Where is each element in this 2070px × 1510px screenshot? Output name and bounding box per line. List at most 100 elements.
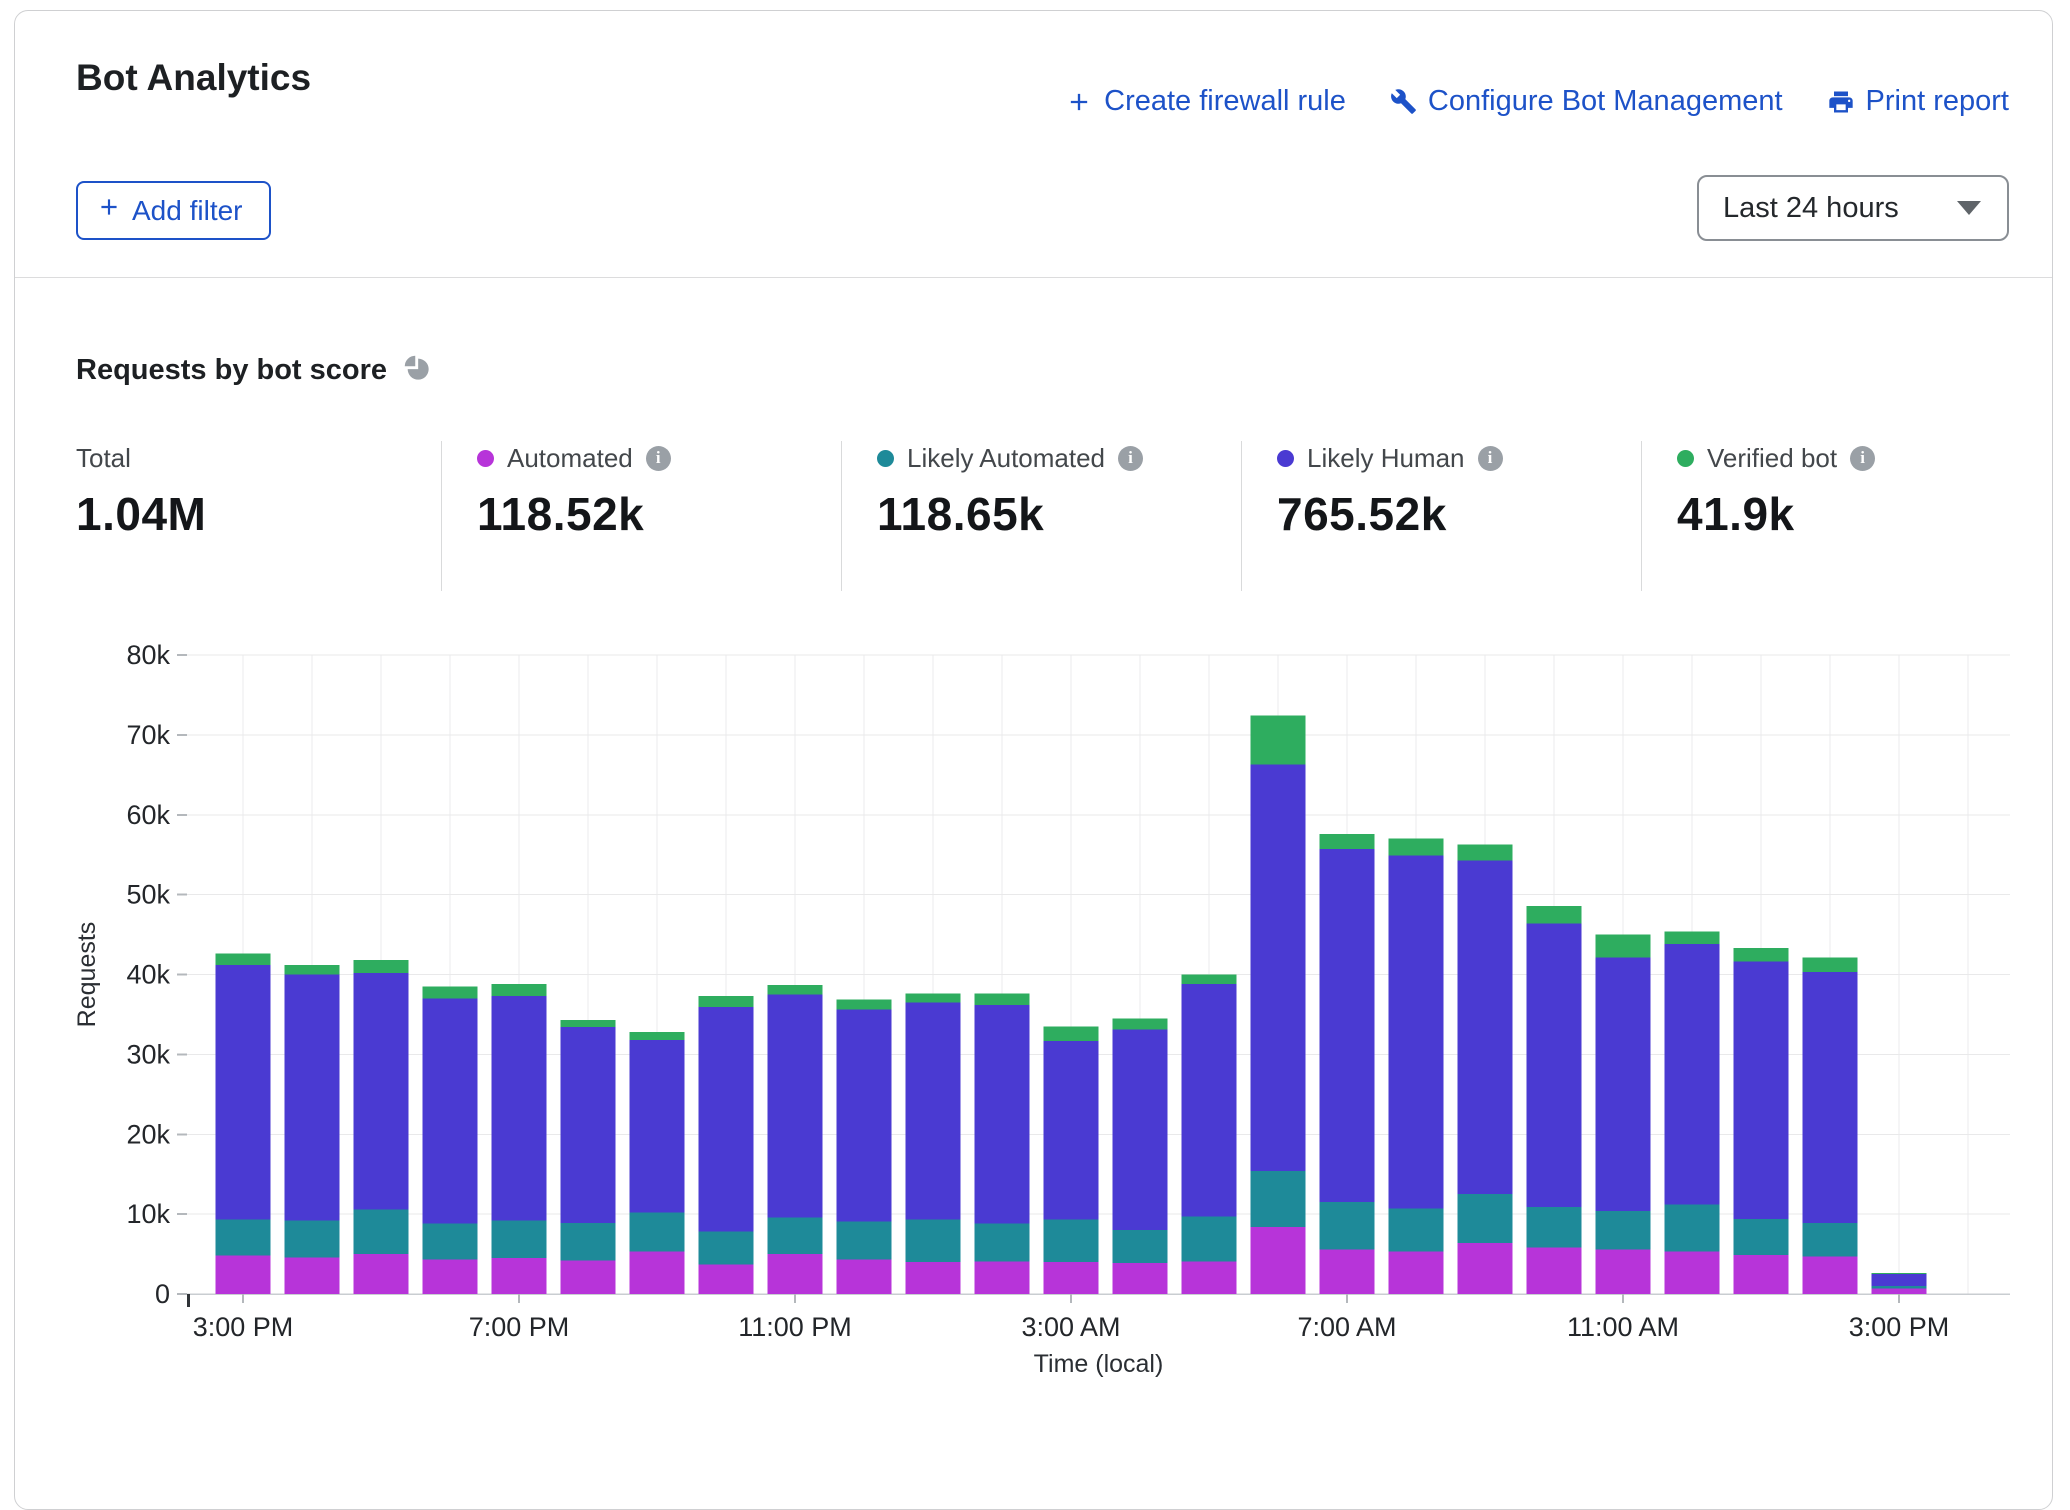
bar-segment[interactable] xyxy=(1320,1202,1375,1249)
bar-segment[interactable] xyxy=(1389,1209,1444,1252)
bar-segment[interactable] xyxy=(561,1223,616,1261)
bar-segment[interactable] xyxy=(906,1002,961,1219)
bar-segment[interactable] xyxy=(699,996,754,1007)
bar-segment[interactable] xyxy=(1734,962,1789,1219)
bar-segment[interactable] xyxy=(1251,1171,1306,1227)
bar-segment[interactable] xyxy=(1389,1252,1444,1294)
bar-segment[interactable] xyxy=(1044,1262,1099,1294)
bar-segment[interactable] xyxy=(1389,855,1444,1208)
bar-segment[interactable] xyxy=(699,1007,754,1231)
bar-segment[interactable] xyxy=(561,1027,616,1223)
bar-segment[interactable] xyxy=(630,1040,685,1213)
bar-segment[interactable] xyxy=(1044,1220,1099,1262)
bar-segment[interactable] xyxy=(1458,1243,1513,1294)
bar-segment[interactable] xyxy=(1182,975,1237,985)
bar-segment[interactable] xyxy=(906,1262,961,1294)
bar-segment[interactable] xyxy=(1734,1219,1789,1255)
bar-segment[interactable] xyxy=(1665,944,1720,1204)
info-icon[interactable] xyxy=(646,446,671,471)
bar-segment[interactable] xyxy=(492,1221,547,1259)
print-report-link[interactable]: Print report xyxy=(1827,85,2009,118)
bar-segment[interactable] xyxy=(1113,1018,1168,1029)
time-range-select[interactable]: Last 24 hours xyxy=(1697,175,2009,241)
bar-segment[interactable] xyxy=(906,1220,961,1262)
bar-segment[interactable] xyxy=(1872,1286,1927,1288)
info-icon[interactable] xyxy=(1478,446,1503,471)
bar-segment[interactable] xyxy=(1251,1227,1306,1294)
bar-segment[interactable] xyxy=(768,1217,823,1254)
bar-segment[interactable] xyxy=(975,994,1030,1005)
bar-segment[interactable] xyxy=(768,985,823,995)
bar-segment[interactable] xyxy=(1803,1223,1858,1257)
bar-segment[interactable] xyxy=(285,965,340,975)
bar-segment[interactable] xyxy=(1182,1217,1237,1262)
bar-segment[interactable] xyxy=(423,998,478,1223)
bar-segment[interactable] xyxy=(561,1020,616,1027)
bar-segment[interactable] xyxy=(1872,1274,1927,1286)
bar-segment[interactable] xyxy=(837,1260,892,1294)
bar-segment[interactable] xyxy=(1113,1230,1168,1263)
bar-segment[interactable] xyxy=(1320,834,1375,849)
bar-segment[interactable] xyxy=(1251,764,1306,1171)
bar-segment[interactable] xyxy=(216,965,271,1220)
bar-segment[interactable] xyxy=(699,1232,754,1265)
bar-segment[interactable] xyxy=(1527,906,1582,924)
bar-segment[interactable] xyxy=(1320,1249,1375,1294)
bar-segment[interactable] xyxy=(630,1252,685,1294)
bar-segment[interactable] xyxy=(285,1257,340,1294)
bar-segment[interactable] xyxy=(1803,958,1858,972)
bar-segment[interactable] xyxy=(492,996,547,1220)
bar-segment[interactable] xyxy=(1320,849,1375,1202)
bar-segment[interactable] xyxy=(975,1224,1030,1262)
bar-segment[interactable] xyxy=(1458,860,1513,1194)
bar-segment[interactable] xyxy=(768,1254,823,1294)
bar-segment[interactable] xyxy=(423,986,478,998)
bar-segment[interactable] xyxy=(1872,1288,1927,1294)
add-filter-button[interactable]: Add filter xyxy=(76,181,271,240)
bar-segment[interactable] xyxy=(423,1224,478,1260)
bar-segment[interactable] xyxy=(216,1220,271,1256)
bar-segment[interactable] xyxy=(1596,1249,1651,1294)
bar-segment[interactable] xyxy=(1113,1263,1168,1294)
bar-segment[interactable] xyxy=(1803,1256,1858,1294)
bar-segment[interactable] xyxy=(1596,1211,1651,1249)
bar-segment[interactable] xyxy=(354,1209,409,1254)
bar-segment[interactable] xyxy=(1872,1273,1927,1274)
bar-segment[interactable] xyxy=(1665,931,1720,944)
bar-segment[interactable] xyxy=(699,1264,754,1294)
bar-segment[interactable] xyxy=(1458,1194,1513,1243)
bar-segment[interactable] xyxy=(1665,1252,1720,1294)
bar-segment[interactable] xyxy=(216,1256,271,1294)
bar-segment[interactable] xyxy=(1113,1030,1168,1230)
info-icon[interactable] xyxy=(1118,446,1143,471)
bar-segment[interactable] xyxy=(975,1005,1030,1224)
bar-segment[interactable] xyxy=(285,1221,340,1258)
bar-segment[interactable] xyxy=(1527,1207,1582,1248)
bar-segment[interactable] xyxy=(906,994,961,1003)
bar-segment[interactable] xyxy=(1182,984,1237,1216)
bar-segment[interactable] xyxy=(1527,923,1582,1207)
bar-segment[interactable] xyxy=(1251,716,1306,765)
bar-segment[interactable] xyxy=(216,954,271,965)
bar-segment[interactable] xyxy=(1734,948,1789,962)
bar-segment[interactable] xyxy=(561,1260,616,1294)
bar-segment[interactable] xyxy=(354,1254,409,1294)
bar-segment[interactable] xyxy=(768,994,823,1217)
bar-segment[interactable] xyxy=(1527,1248,1582,1294)
bar-segment[interactable] xyxy=(492,1258,547,1294)
bar-segment[interactable] xyxy=(837,999,892,1009)
bar-segment[interactable] xyxy=(1734,1255,1789,1294)
bar-segment[interactable] xyxy=(630,1032,685,1040)
bar-segment[interactable] xyxy=(1803,972,1858,1223)
bar-segment[interactable] xyxy=(975,1261,1030,1294)
bar-segment[interactable] xyxy=(837,1010,892,1222)
bar-segment[interactable] xyxy=(354,960,409,973)
bar-segment[interactable] xyxy=(1044,1026,1099,1040)
bar-segment[interactable] xyxy=(1596,935,1651,958)
bar-segment[interactable] xyxy=(837,1221,892,1259)
bar-segment[interactable] xyxy=(1596,958,1651,1211)
bar-segment[interactable] xyxy=(423,1260,478,1294)
bar-segment[interactable] xyxy=(354,973,409,1209)
bar-segment[interactable] xyxy=(1665,1205,1720,1252)
create-firewall-rule-link[interactable]: Create firewall rule xyxy=(1065,85,1346,118)
